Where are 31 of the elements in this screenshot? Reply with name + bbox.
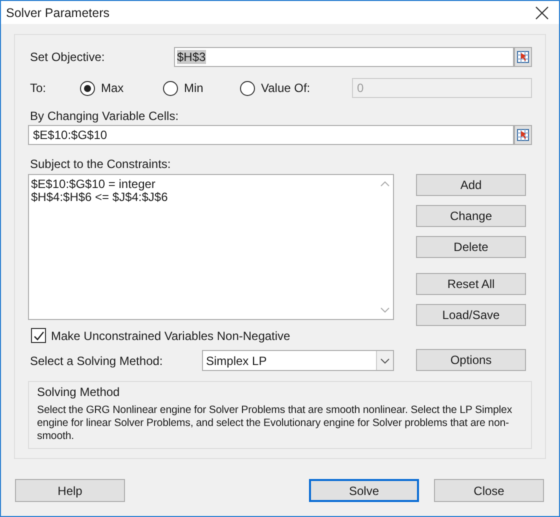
radio-option[interactable]: Max [80, 80, 163, 96]
dialog-button[interactable]: Help [15, 479, 125, 502]
constraint-item[interactable]: $H$4:$H$6 <= $J$4:$J$6 [31, 191, 374, 204]
close-icon[interactable] [535, 6, 549, 20]
solving-method-dropdown[interactable]: Simplex LP [202, 350, 394, 371]
dialog-button[interactable]: Solve [309, 479, 419, 502]
caret-icon [380, 358, 390, 364]
objective-field[interactable]: $H$3 [174, 47, 514, 67]
range-picker-button[interactable] [514, 125, 532, 145]
radio-option[interactable]: Min [163, 80, 240, 96]
model-button[interactable]: Reset All [416, 273, 526, 295]
radio-option[interactable]: Value Of: [240, 80, 352, 96]
options-button[interactable]: Options [416, 349, 526, 371]
changing-cells-field[interactable]: $E$10:$G$10 [28, 125, 514, 145]
nonnegative-checkbox[interactable]: Make Unconstrained Variables Non-Negative [31, 328, 290, 343]
constraints-list[interactable]: $E$10:$G$10 = integer $H$4:$H$6 <= $J$4:$J$6 [28, 174, 394, 320]
group-title: Solving Method [37, 385, 121, 400]
solving-method-label: Select a Solving Method: [29, 354, 164, 368]
dialog-button[interactable]: Close [434, 479, 544, 502]
constraint-button[interactable]: Delete [416, 236, 526, 258]
constraint-item[interactable]: $E$10:$G$10 = integer [31, 178, 374, 191]
constraint-button[interactable]: Add [416, 174, 526, 196]
constraints-label: Subject to the Constraints: [29, 157, 172, 171]
set-objective-label: Set Objective: [29, 50, 106, 64]
window-title: Solver Parameters [6, 6, 110, 20]
range-picker-button[interactable] [514, 47, 532, 67]
to-label: To: [29, 81, 48, 95]
constraint-button[interactable]: Change [416, 205, 526, 227]
changing-cells-label: By Changing Variable Cells: [29, 109, 180, 123]
model-button[interactable]: Load/Save [416, 304, 526, 326]
method-description: Select the GRG Nonlinear engine for Solver Problems that are smooth nonlinear. Select the LP Simplex engine for linear Solver Problems, and select the Evolutionary engine for Solver problems that are non-smooth. [37, 404, 514, 443]
